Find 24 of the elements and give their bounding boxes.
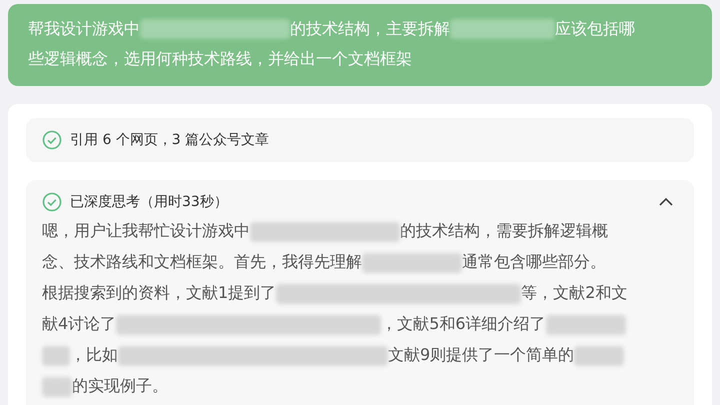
citation-bar[interactable]: 引用 6 个网页，3 篇公众号文章 xyxy=(26,118,694,162)
redacted-text xyxy=(42,346,70,366)
question-text: 应该包括哪 xyxy=(555,18,635,40)
question-text: 些逻辑概念，选用何种技术路线，并给出一个文档框架 xyxy=(28,48,412,70)
question-text: 帮我设计游戏中 xyxy=(28,18,140,40)
thinking-text: ，比如 xyxy=(70,345,118,366)
citation-text: 引用 6 个网页，3 篇公众号文章 xyxy=(70,131,270,149)
thinking-text: 嗯，用户让我帮忙设计游戏中 xyxy=(42,221,250,242)
question-text: 的技术结构，主要拆解 xyxy=(290,18,450,40)
thinking-text: ，文献5和6详细介绍了 xyxy=(381,314,546,335)
thinking-text: 念、技术路线和文档框架。首先，我得先理解 xyxy=(42,252,362,273)
thinking-text: 通常包含哪些部分。 xyxy=(462,252,606,273)
thinking-title: 已深度思考（用时33秒） xyxy=(70,193,229,211)
redacted-text xyxy=(574,346,624,366)
thinking-text: 根据搜索到的资料，文献1提到了 xyxy=(42,283,276,304)
thinking-text: 的技术结构，需要拆解逻辑概 xyxy=(400,221,608,242)
thinking-text: 的实现例子。 xyxy=(72,376,168,397)
redacted-text xyxy=(42,376,72,396)
chevron-icon[interactable] xyxy=(658,197,674,207)
thinking-text: 文献9则提供了一个简单的 xyxy=(388,345,574,366)
thinking-text: 等，文献2和文 xyxy=(521,283,628,304)
thinking-text: 献4讨论了 xyxy=(42,314,116,335)
check-circle-icon xyxy=(42,192,62,212)
check-circle-icon xyxy=(42,130,62,150)
